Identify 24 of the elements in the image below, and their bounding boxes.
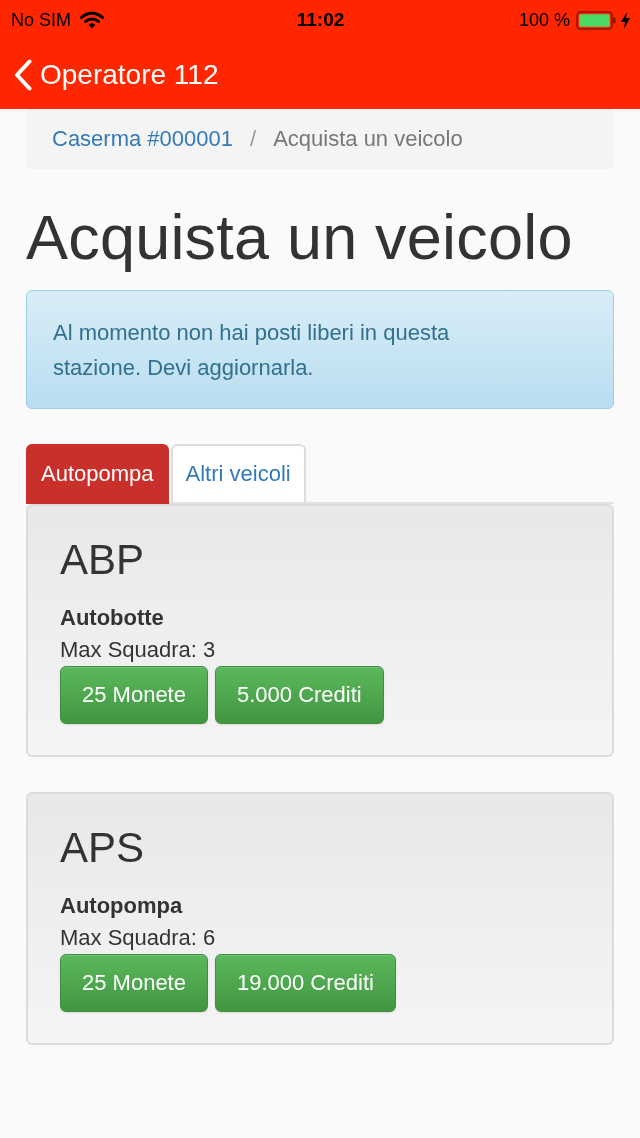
battery-percent: 100 %: [518, 9, 570, 31]
vehicle-name: Autobotte: [60, 604, 165, 633]
carrier-label: No SIM: [11, 9, 71, 31]
breadcrumb-separator: /: [250, 126, 257, 152]
info-alert: Al momento non hai posti liberi in questa stazione. Devi aggiornarla.: [26, 290, 614, 410]
vehicle-code: APS: [60, 824, 146, 873]
battery-icon: [576, 10, 616, 30]
page-title: Acquista un veicolo: [26, 203, 574, 273]
buy-button[interactable]: 25 Monete: [60, 666, 208, 725]
tab[interactable]: Autopompa: [26, 444, 169, 505]
wifi-icon: [80, 11, 104, 29]
crew-size: Max Squadra: 6: [60, 924, 217, 953]
back-button[interactable]: Operatore 112: [14, 58, 219, 91]
back-chevron-icon: [14, 58, 32, 91]
breadcrumb-link[interactable]: Caserma #000001: [52, 126, 233, 152]
tab[interactable]: Altri veicoli: [170, 444, 306, 505]
breadcrumb-current: Acquista un veicolo: [273, 126, 463, 152]
crew-size: Max Squadra: 3: [60, 636, 217, 665]
clock-time: 11:02: [296, 9, 345, 31]
vehicle-name: Autopompa: [60, 892, 184, 921]
buy-button[interactable]: 5.000 Crediti: [214, 666, 384, 725]
buy-button[interactable]: 25 Monete: [60, 954, 208, 1013]
vehicle-code: ABP: [60, 536, 146, 585]
buy-button[interactable]: 19.000 Crediti: [214, 954, 396, 1013]
